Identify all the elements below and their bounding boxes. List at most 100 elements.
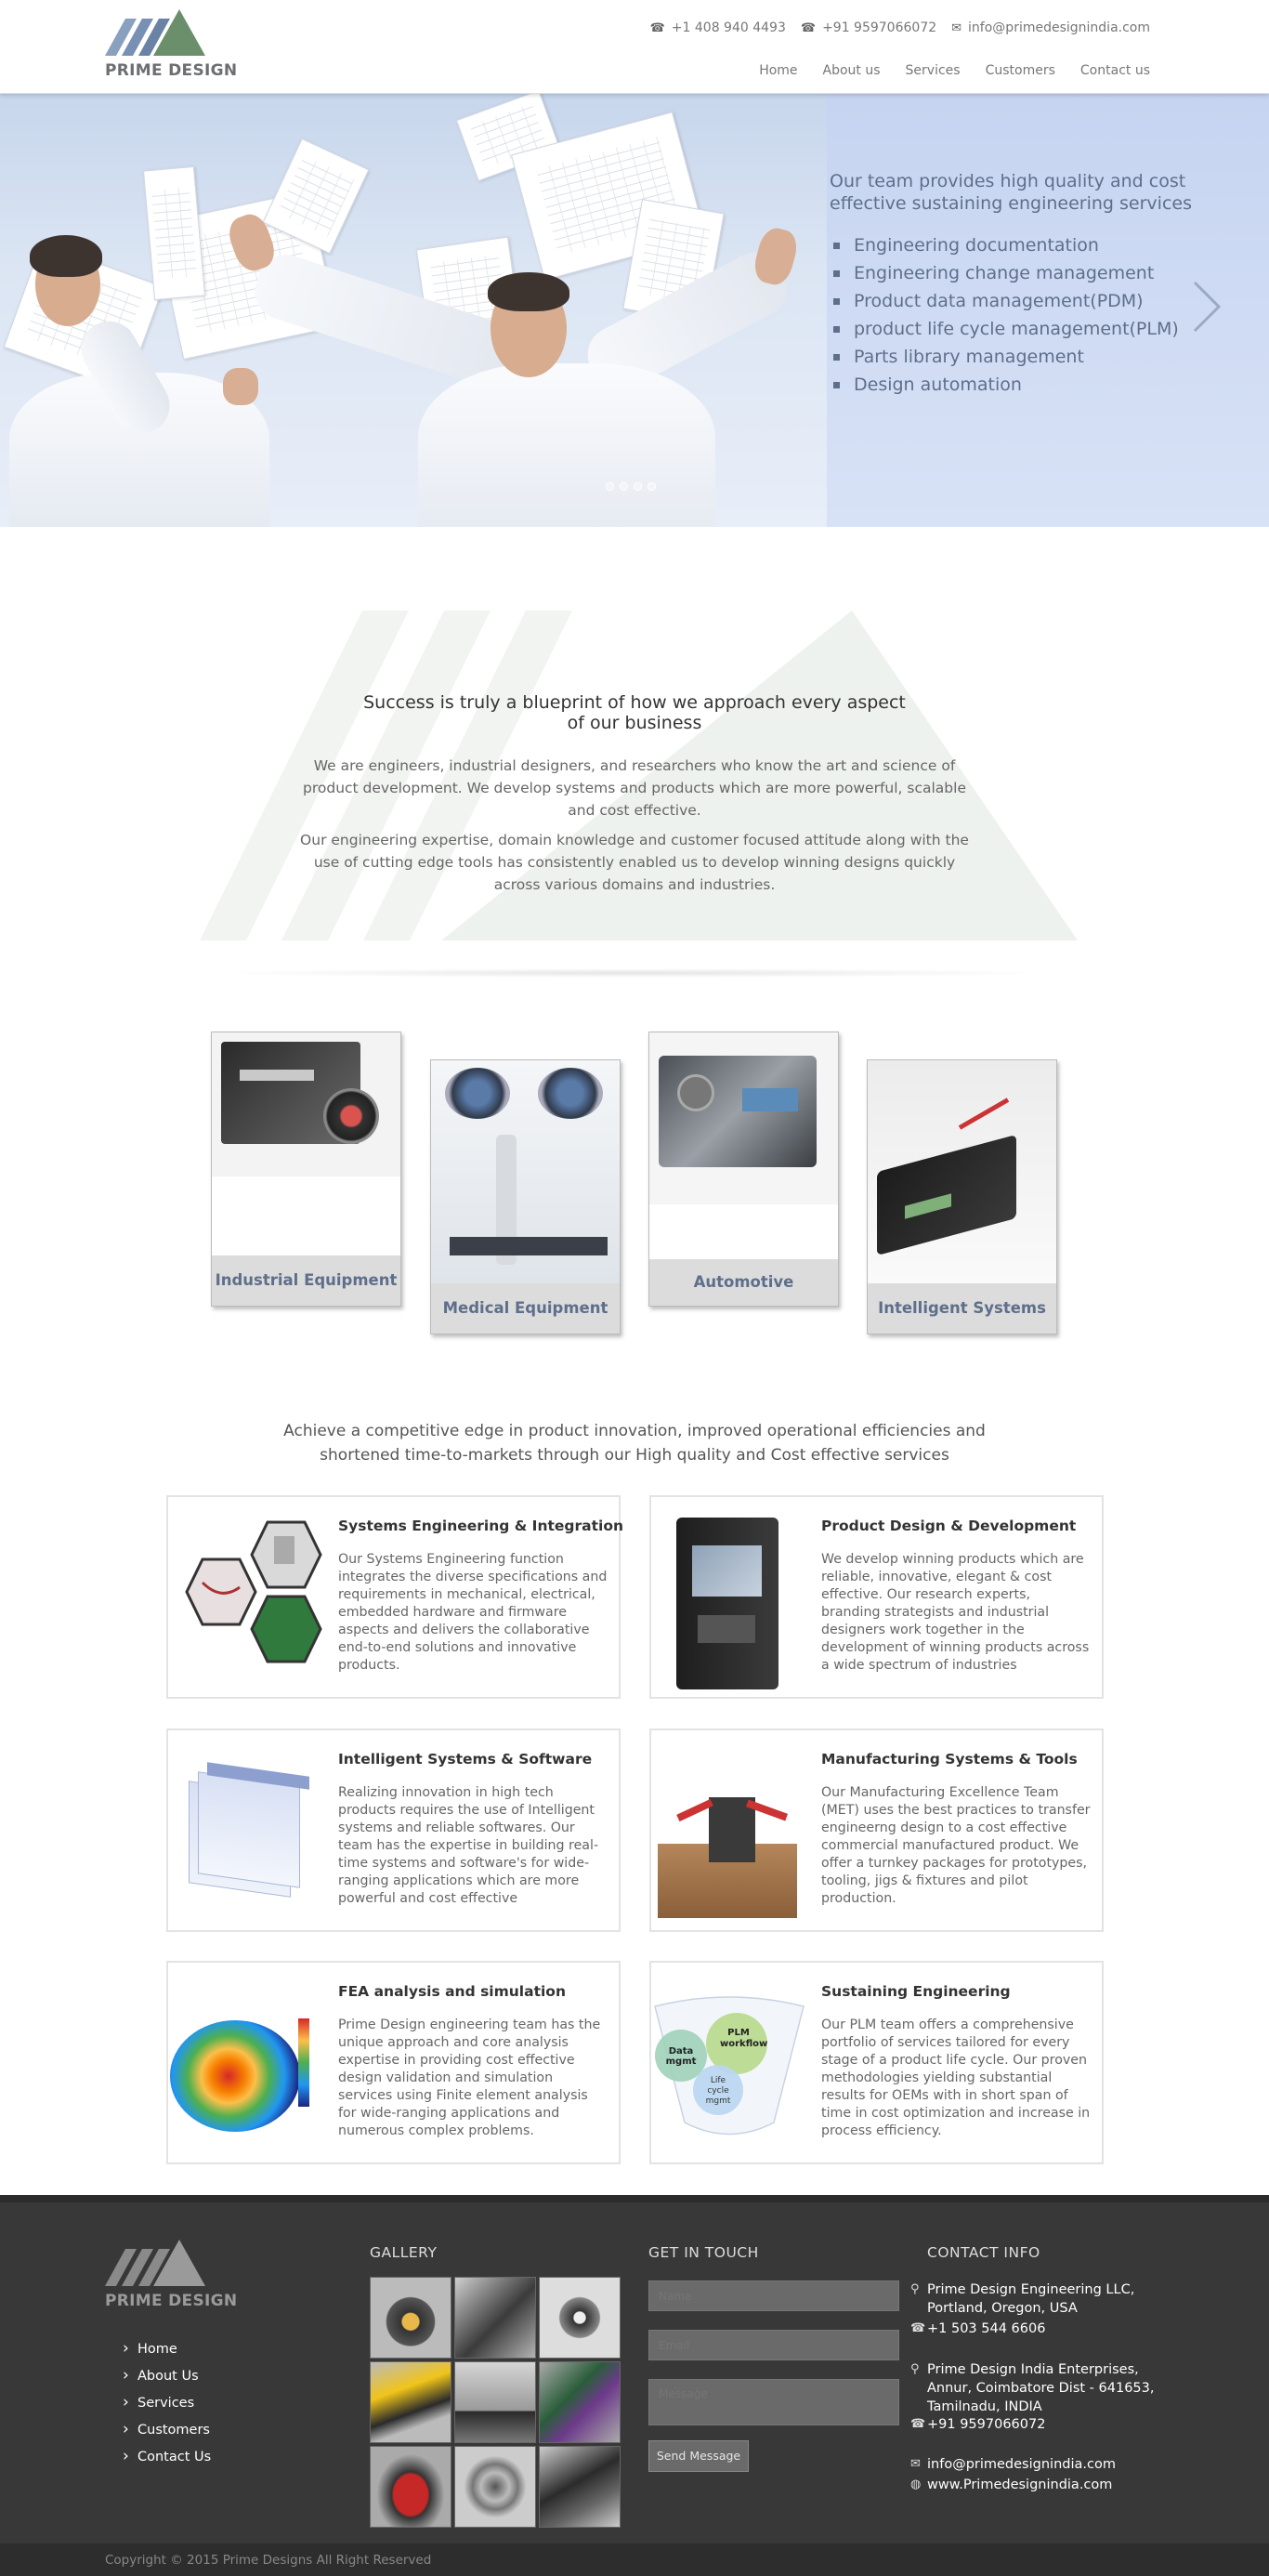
phone-icon: ☎	[800, 20, 817, 35]
logo-mark-icon	[105, 9, 205, 56]
service-card-fea[interactable]: FEA analysis and simulation Prime Design…	[166, 1961, 621, 2164]
software-windows-image	[170, 1741, 323, 1923]
footer-email[interactable]: ✉ info@primedesignindia.com	[910, 2455, 1178, 2474]
intro-title: Success is truly a blueprint of how we a…	[363, 692, 906, 733]
nav-services[interactable]: Services	[906, 63, 961, 78]
intro-section: Success is truly a blueprint of how we a…	[0, 527, 1269, 992]
footer-link-home[interactable]: Home	[123, 2335, 211, 2363]
industry-label: Medical Equipment	[431, 1283, 620, 1334]
industry-card-industrial[interactable]: Industrial Equipment	[211, 1032, 401, 1307]
intro-paragraph-1: We are engineers, industrial designers, …	[303, 757, 966, 819]
gallery-thumb[interactable]	[539, 2361, 621, 2443]
slider-dot[interactable]	[648, 482, 656, 491]
main-nav: Home About us Services Customers Contact…	[759, 63, 1150, 78]
list-item: product life cycle management(PLM)	[830, 315, 1238, 343]
india-address: ⚲ Prime Design India Enterprises, Annur,…	[910, 2362, 1155, 2414]
copyright: Copyright © 2015 Prime Designs All Right…	[0, 2543, 1269, 2576]
gallery-thumb[interactable]	[539, 2446, 621, 2528]
service-title: Product Design & Development	[821, 1518, 1077, 1534]
logo-text: PRIME DESIGN	[105, 61, 238, 80]
send-message-button[interactable]: Send Message	[648, 2440, 749, 2472]
gallery-heading: GALLERY	[370, 2244, 438, 2261]
phone-icon: ☎	[649, 20, 665, 35]
gallery-thumb[interactable]	[370, 2361, 451, 2443]
site-header: PRIME DESIGN ☎ +1 408 940 4493 ☎ +91 95970…	[0, 0, 1269, 94]
footer-nav: Home About Us Services Customers Contact…	[123, 2335, 211, 2471]
message-input[interactable]	[648, 2379, 899, 2425]
service-card-intelligent-software[interactable]: Intelligent Systems & Software Realizing…	[166, 1728, 621, 1932]
email-input[interactable]	[648, 2330, 899, 2360]
service-title: Manufacturing Systems & Tools	[821, 1751, 1078, 1768]
slider-dots	[606, 482, 656, 491]
manufacturing-jig-image	[653, 1741, 806, 1923]
mail-icon: ✉	[910, 2457, 921, 2471]
gallery-thumb[interactable]	[454, 2446, 536, 2528]
service-description: We develop winning products which are re…	[821, 1552, 1090, 1673]
data-label: Data mgmt	[665, 2046, 697, 2067]
medical-equipment-image	[431, 1060, 620, 1283]
industry-card-medical[interactable]: Medical Equipment	[430, 1059, 621, 1334]
service-card-sustaining[interactable]: PLM workflow Data mgmt Life cycle mgmt S…	[649, 1961, 1104, 2164]
divider-shadow	[214, 968, 1055, 978]
contact-info-heading: CONTACT INFO	[927, 2244, 1040, 2261]
slider-dot[interactable]	[620, 482, 628, 491]
service-description: Our Systems Engineering function integra…	[338, 1552, 608, 1673]
email-link[interactable]: ✉ info@primedesignindia.com	[951, 20, 1150, 35]
globe-icon: ◍	[910, 2477, 922, 2491]
gallery-thumb[interactable]	[454, 2277, 536, 2359]
footer-link-contact[interactable]: Contact Us	[123, 2443, 211, 2471]
hero-slider: Our team provides high quality and cost …	[0, 94, 1269, 527]
industry-card-intelligent[interactable]: Intelligent Systems	[867, 1059, 1057, 1334]
plm-diagram: PLM workflow Data mgmt Life cycle mgmt	[653, 1974, 806, 2155]
service-card-manufacturing[interactable]: Manufacturing Systems & Tools Our Manufa…	[649, 1728, 1104, 1932]
list-item: Design automation	[830, 371, 1238, 399]
phone-icon: ☎	[910, 2321, 926, 2335]
us-phone[interactable]: ☎ +1 503 544 6606	[910, 2320, 1178, 2338]
list-item: Parts library management	[830, 343, 1238, 371]
gallery-thumb[interactable]	[370, 2277, 451, 2359]
industrial-equipment-image	[212, 1032, 400, 1176]
gallery-thumb[interactable]	[454, 2361, 536, 2443]
top-contact-bar: ☎ +1 408 940 4493 ☎ +91 9597066072 ✉ info@p…	[650, 20, 1150, 35]
service-card-systems-engineering[interactable]: Systems Engineering & Integration Our Sy…	[166, 1495, 624, 1699]
service-title: Systems Engineering & Integration	[338, 1518, 624, 1534]
slider-dot[interactable]	[606, 482, 614, 491]
logo-text: PRIME DESIGN	[105, 2292, 238, 2310]
next-slide-arrow-icon[interactable]	[1191, 279, 1223, 335]
gallery-thumb[interactable]	[539, 2277, 621, 2359]
service-description: Our Manufacturing Excellence Team (MET) …	[821, 1785, 1091, 1906]
automotive-engine-image	[649, 1032, 838, 1204]
map-pin-icon: ⚲	[910, 2282, 920, 2296]
service-description: Realizing innovation in high tech produc…	[338, 1785, 599, 1906]
blueprint-paper	[143, 165, 205, 301]
india-phone[interactable]: ☎ +91 9597066072	[910, 2415, 1178, 2434]
slider-dot[interactable]	[634, 482, 642, 491]
nav-customers[interactable]: Customers	[986, 63, 1055, 78]
footer-logo[interactable]: PRIME DESIGN	[105, 2238, 240, 2312]
intelligent-systems-image	[868, 1060, 1056, 1283]
hero-service-list: Engineering documentation Engineering ch…	[830, 231, 1238, 399]
name-input[interactable]	[648, 2280, 899, 2311]
service-card-product-design[interactable]: Product Design & Development We develop …	[649, 1495, 1104, 1699]
nav-home[interactable]: Home	[759, 63, 797, 78]
hero-title: Our team provides high quality and cost …	[830, 171, 1192, 214]
hexagon-components-icon	[185, 1520, 322, 1663]
footer-link-about[interactable]: About Us	[123, 2362, 211, 2390]
site-footer: PRIME DESIGN Home About Us Services Cust…	[0, 2195, 1269, 2543]
plm-label: PLM workflow	[720, 2028, 768, 2049]
logo[interactable]: PRIME DESIGN	[105, 7, 240, 82]
service-description: Our PLM team offers a comprehensive port…	[821, 2017, 1091, 2138]
phone-us[interactable]: ☎ +1 408 940 4493	[650, 20, 786, 35]
gallery-thumb[interactable]	[370, 2446, 451, 2528]
footer-website[interactable]: ◍ www.Primedesignindia.com	[910, 2476, 1178, 2494]
service-title: Sustaining Engineering	[821, 1983, 1011, 2000]
footer-link-services[interactable]: Services	[123, 2389, 211, 2417]
fea-simulation-image	[170, 1974, 323, 2155]
nav-contact[interactable]: Contact us	[1080, 63, 1150, 78]
footer-link-customers[interactable]: Customers	[123, 2416, 211, 2444]
nav-about[interactable]: About us	[823, 63, 881, 78]
industry-card-automotive[interactable]: Automotive	[648, 1032, 839, 1307]
systems-engineering-image	[170, 1508, 323, 1689]
phone-in[interactable]: ☎ +91 9597066072	[801, 20, 936, 35]
list-item: Engineering documentation	[830, 231, 1238, 259]
